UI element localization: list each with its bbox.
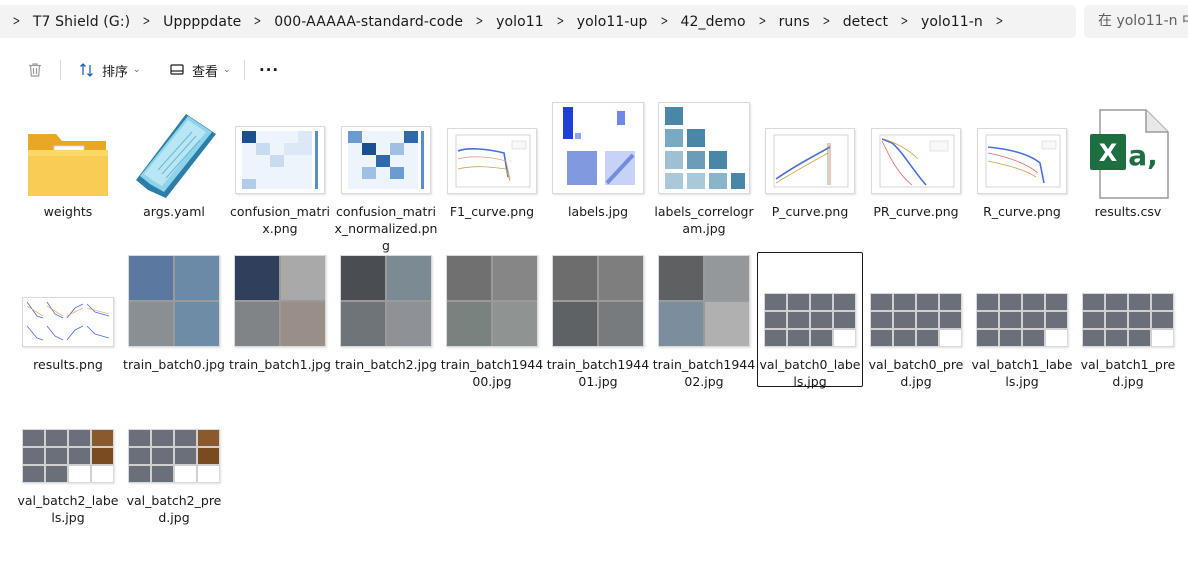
image-thumbnail	[871, 128, 961, 194]
image-thumbnail	[658, 255, 750, 347]
file-name: weights	[43, 204, 93, 219]
chevron-right-icon[interactable]: >	[13, 14, 21, 29]
image-thumbnail	[22, 297, 114, 347]
file-name: train_batch194402.jpg	[652, 357, 756, 389]
chevron-right-icon[interactable]: >	[901, 14, 909, 29]
image-thumbnail	[977, 128, 1067, 194]
file-name: train_batch1.jpg	[229, 357, 331, 372]
file-name: val_batch0_labels.jpg	[759, 357, 861, 389]
breadcrumb-item[interactable]: yolo11-n	[921, 14, 983, 30]
toolbar-divider	[60, 60, 61, 80]
file-name: val_batch2_pred.jpg	[126, 493, 222, 525]
view-label: 查看	[192, 64, 219, 80]
folder-icon	[28, 134, 108, 196]
image-thumbnail	[447, 128, 537, 194]
image-thumbnail	[976, 293, 1068, 347]
trash-icon	[29, 63, 41, 77]
chevron-right-icon[interactable]: >	[758, 14, 766, 29]
image-thumbnail	[22, 429, 114, 483]
image-thumbnail	[128, 255, 220, 347]
image-thumbnail	[552, 255, 644, 347]
file-name: PR_curve.png	[873, 204, 959, 219]
file-name: args.yaml	[143, 204, 205, 219]
chevron-right-icon[interactable]: >	[254, 14, 262, 29]
file-name: train_batch2.jpg	[335, 357, 437, 372]
file-name: labels.jpg	[567, 204, 629, 219]
file-name: results.png	[33, 357, 103, 372]
image-thumbnail	[764, 293, 856, 347]
image-thumbnail	[552, 102, 644, 194]
notepad-icon	[136, 114, 216, 198]
chevron-right-icon[interactable]: >	[476, 14, 484, 29]
sort-button[interactable]: 排序 ⌄	[78, 50, 141, 90]
chevron-down-icon: ⌄	[133, 65, 141, 75]
image-thumbnail	[341, 126, 431, 194]
more-options-button[interactable]: ···	[259, 50, 279, 90]
image-thumbnail	[234, 255, 326, 347]
image-thumbnail	[235, 126, 325, 194]
breadcrumb-item[interactable]: detect	[843, 14, 888, 30]
file-name: val_batch0_pred.jpg	[868, 357, 964, 389]
breadcrumb-item[interactable]: T7 Shield (G:)	[33, 14, 130, 30]
file-name: confusion_matrix.png	[230, 204, 330, 236]
chevron-right-icon[interactable]: >	[995, 14, 1003, 29]
file-name: results.csv	[1094, 204, 1162, 219]
breadcrumb-item[interactable]: runs	[779, 14, 810, 30]
file-name: val_batch2_labels.jpg	[17, 493, 119, 525]
view-icon	[170, 64, 184, 75]
excel-icon: X a,	[1090, 109, 1169, 199]
chevron-down-icon: ⌄	[223, 65, 231, 75]
toolbar-divider	[244, 60, 245, 80]
svg-text:X: X	[1099, 139, 1118, 167]
file-name: train_batch194400.jpg	[440, 357, 544, 389]
svg-text:a,: a,	[1128, 139, 1158, 172]
file-name: labels_correlogram.jpg	[654, 204, 754, 236]
image-thumbnail	[658, 102, 750, 194]
file-name: F1_curve.png	[449, 204, 535, 219]
breadcrumb-item[interactable]: 000-AAAAA-standard-code	[274, 14, 463, 30]
chevron-right-icon[interactable]: >	[822, 14, 830, 29]
file-name: confusion_matrix_normalized.png	[334, 204, 438, 253]
image-thumbnail	[340, 255, 432, 347]
file-name: P_curve.png	[771, 204, 849, 219]
view-button[interactable]: 查看 ⌄	[168, 50, 231, 90]
address-bar: > T7 Shield (G:) > Uppppdate > 000-AAAAA…	[0, 0, 1188, 44]
file-name: R_curve.png	[983, 204, 1061, 219]
image-thumbnail	[870, 293, 962, 347]
image-thumbnail	[446, 255, 538, 347]
chevron-right-icon[interactable]: >	[660, 14, 668, 29]
command-bar: 排序 ⌄ 查看 ⌄ ···	[0, 50, 1188, 90]
image-thumbnail	[1082, 293, 1174, 347]
file-name: train_batch0.jpg	[123, 357, 225, 372]
file-name: train_batch194401.jpg	[546, 357, 650, 389]
chevron-right-icon[interactable]: >	[556, 14, 564, 29]
breadcrumb-item[interactable]: yolo11	[496, 14, 544, 30]
breadcrumb-item[interactable]: yolo11-up	[577, 14, 648, 30]
image-thumbnail	[765, 128, 855, 194]
breadcrumb-item[interactable]: Uppppdate	[163, 14, 241, 30]
file-name: val_batch1_pred.jpg	[1080, 357, 1176, 389]
delete-button[interactable]	[26, 50, 44, 90]
chevron-right-icon[interactable]: >	[143, 14, 151, 29]
sort-label: 排序	[102, 64, 129, 80]
search-input[interactable]: 在 yolo11-n 中搜索	[1084, 5, 1188, 38]
breadcrumb-item[interactable]: 42_demo	[680, 14, 745, 30]
sort-icon	[80, 63, 93, 77]
image-thumbnail	[128, 429, 220, 483]
file-name: val_batch1_labels.jpg	[971, 357, 1073, 389]
breadcrumb[interactable]: > T7 Shield (G:) > Uppppdate > 000-AAAAA…	[0, 5, 1076, 38]
